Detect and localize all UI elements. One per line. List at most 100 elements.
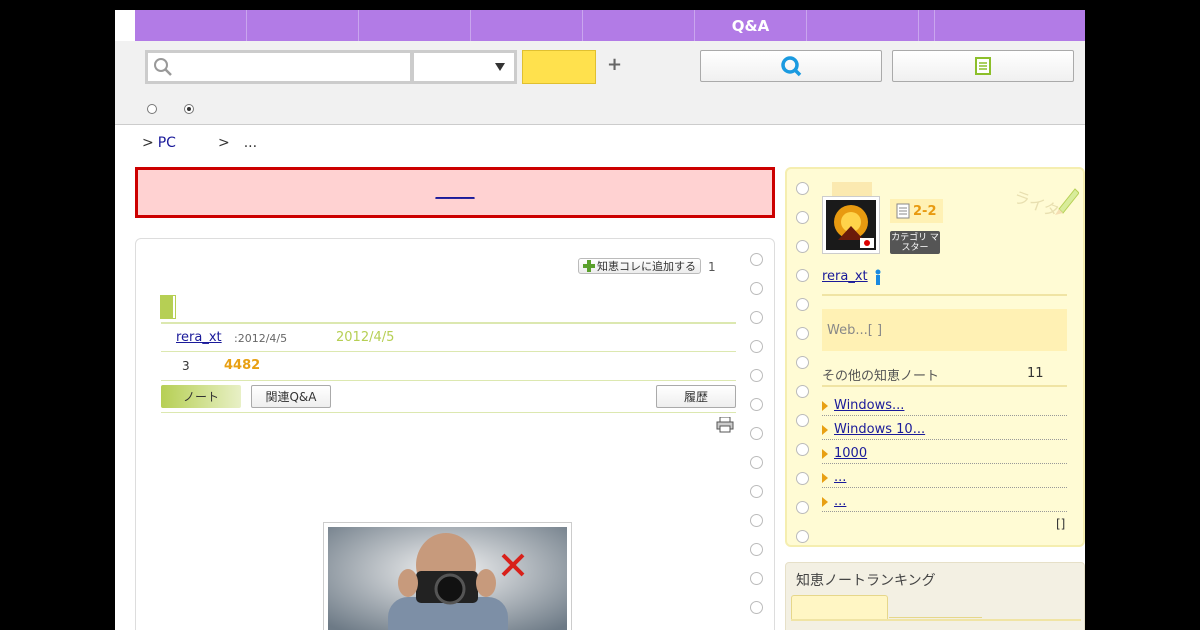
ranking-tab-2[interactable] [889,617,982,618]
note-button[interactable] [892,50,1074,82]
breadcrumb: > PC > ... [142,135,257,151]
notebook-ring [796,414,809,427]
photo-image [328,527,567,630]
bullet-icon [822,424,828,435]
author-level-badge: 2-2 [890,199,943,223]
notebook-ring [750,369,763,382]
notebook-ring [796,327,809,340]
notebook-ring [796,472,809,485]
bullet-icon [822,448,828,459]
notebook-ring [796,182,809,195]
search-bar: + [115,41,1085,125]
page: Q&A + > PC > ... ______ 知恵コレに追加する 1 rera… [115,10,1085,630]
nav-item-9[interactable] [935,10,1085,41]
nav-item-7[interactable] [807,10,919,41]
notebook-ring [750,456,763,469]
notebook-ring [750,282,763,295]
alert-banner: ______ [135,167,775,218]
note-icon [975,57,991,75]
ranking-tab-1[interactable] [791,595,888,619]
other-notes-title: その他の知恵ノート [822,369,940,384]
search-button[interactable] [522,50,596,84]
breadcrumb-sep: > [217,135,230,151]
note-panel: 知恵コレに追加する 1 rera_xt :2012/4/5 2012/4/5 3… [135,238,775,630]
search-scope-select[interactable] [413,50,517,84]
divider [161,322,736,324]
notebook-ring [750,427,763,440]
breadcrumb-sep: > [142,135,154,151]
notebook-ring [750,398,763,411]
nav-item-4[interactable] [471,10,583,41]
radio-option-1[interactable] [147,104,157,114]
author-level: 2-2 [913,203,937,219]
avatar-image [826,200,876,250]
author-web-box: Web...[ ] [822,309,1067,351]
other-note-link[interactable]: 1000 [834,446,967,461]
search-input[interactable] [145,50,413,84]
nav-item-2[interactable] [247,10,359,41]
note-title-marker [160,295,176,319]
other-notes-count: 11 [1027,366,1044,381]
notebook-ring [750,572,763,585]
notebook-ring [796,269,809,282]
note-photo [323,522,572,630]
more-notes-link[interactable]: [] [1056,517,1065,531]
tab-note[interactable]: ノート [161,385,241,408]
category-master-badge: カテゴリ マスター [890,231,940,254]
global-nav: Q&A [135,10,1085,41]
nav-item-qa[interactable]: Q&A [695,10,807,41]
print-icon[interactable] [716,417,734,433]
question-button[interactable] [700,50,882,82]
search-icon [154,58,172,76]
notebook-ring [750,543,763,556]
author-profile-panel: 2-2 カテゴリ マスター rera_xt Web...[ ] その他の知恵ノー… [785,167,1085,547]
avatar[interactable] [822,196,880,254]
radio-option-2[interactable] [184,104,194,114]
other-note-item: Windows... [822,396,1067,416]
author-link[interactable]: rera_xt [176,330,222,345]
other-note-link[interactable]: ... [834,494,846,509]
collection-count: 1 [708,260,716,274]
other-note-link[interactable]: Windows 10... [834,422,925,437]
bullet-icon [822,496,828,507]
notebook-ring [750,340,763,353]
breadcrumb-current: ... [243,135,258,151]
view-count: 4482 [224,358,261,373]
other-note-item: Windows 10... [822,420,1067,440]
person-icon [875,269,881,285]
bullet-icon [822,472,828,483]
divider [161,380,736,381]
other-note-link[interactable]: Windows... [834,398,904,413]
nav-item-3[interactable] [359,10,471,41]
notebook-ring [750,311,763,324]
nav-item-8[interactable] [919,10,935,41]
notebook-ring [750,253,763,266]
updated-date: 2012/4/5 [336,330,395,345]
radio-dot [187,107,191,111]
sidebar-author-link[interactable]: rera_xt [822,269,868,284]
nav-item-5[interactable] [583,10,695,41]
notebook-ring [796,356,809,369]
nav-item-1[interactable] [135,10,247,41]
other-note-item: ... [822,468,1067,488]
advanced-search-link[interactable]: + [607,54,622,75]
breadcrumb-spacer [184,135,210,151]
notebook-ring [750,601,763,614]
alert-link[interactable]: ______ [436,185,475,200]
add-to-collection-label: 知恵コレに追加する [597,260,696,273]
tab-history[interactable]: 履歴 [656,385,736,408]
other-note-link[interactable]: ... [834,470,846,485]
pencil-icon: ライタ [1011,187,1079,221]
note-stat: 3 [182,359,190,373]
breadcrumb-link-pc[interactable]: PC [158,135,176,151]
note-icon [896,203,910,219]
tab-related-qa[interactable]: 関連Q&A [251,385,331,408]
notebook-ring [796,385,809,398]
add-to-collection-button[interactable]: 知恵コレに追加する [578,258,701,274]
divider [161,351,736,352]
divider [161,412,736,413]
other-note-item: 1000 [822,444,1067,464]
bullet-icon [822,400,828,411]
notebook-ring [750,514,763,527]
q-logo-icon [781,56,802,77]
